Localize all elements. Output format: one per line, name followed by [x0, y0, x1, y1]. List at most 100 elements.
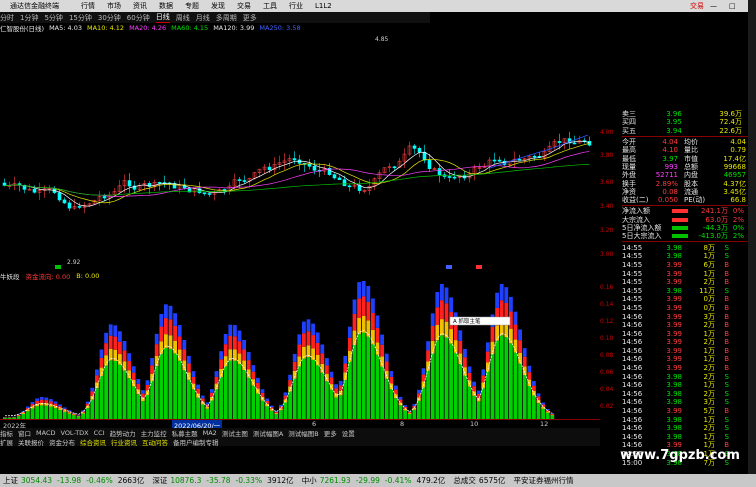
- price-tick: 3.80: [600, 152, 614, 159]
- indicator-bar: [99, 357, 104, 368]
- tick-row: 14:56 3.99 2 万 B: [622, 364, 729, 373]
- tab[interactable]: MACD: [36, 429, 55, 437]
- indicator-bar: [256, 382, 260, 389]
- indicator-bar: [380, 366, 384, 419]
- candle: [557, 141, 562, 143]
- menu-l1l2[interactable]: L1L2: [315, 2, 332, 10]
- price-tick: 4.00: [600, 129, 614, 136]
- indicator-bar: [256, 377, 260, 383]
- tab[interactable]: 资金分布: [49, 437, 75, 447]
- indicator-bar: [237, 330, 242, 342]
- tab[interactable]: 扩展: [0, 437, 13, 447]
- period-tab[interactable]: 分时: [0, 13, 14, 23]
- indicator-bar: [210, 396, 214, 401]
- indicator-bar: [325, 381, 329, 419]
- indicator-bar: [522, 356, 527, 367]
- menu-hq[interactable]: 行情: [81, 1, 95, 11]
- indicator-bar: [357, 334, 361, 419]
- indicator-bar: [334, 388, 338, 394]
- tab[interactable]: 测试主图: [222, 428, 248, 438]
- indicator-bar: [118, 331, 122, 342]
- indicator-bar: [504, 287, 509, 304]
- tab[interactable]: MA2: [203, 429, 217, 437]
- period-bar: 分时 1分钟 5分钟 15分钟 30分钟 60分钟 日线 周线 月线 多周期 更…: [0, 12, 430, 23]
- tab[interactable]: 互动问答: [142, 437, 168, 447]
- tab[interactable]: 综合资讯: [80, 437, 106, 447]
- period-tab[interactable]: 30分钟: [98, 13, 121, 23]
- indicator-bar: [509, 343, 513, 419]
- indicator-chart[interactable]: A 抓取主笔: [0, 281, 600, 421]
- low-price-label: 2.92: [67, 259, 81, 266]
- indicator-bar: [481, 375, 486, 383]
- indicator-bar: [453, 325, 458, 341]
- indicator-bar: [145, 394, 150, 419]
- price-tick: 3.00: [600, 251, 614, 258]
- period-tab[interactable]: 月线: [196, 13, 210, 23]
- indicator-bar: [26, 411, 30, 419]
- tick-row: 14:56 3.98 1 万 S: [622, 432, 729, 441]
- period-tab[interactable]: 60分钟: [127, 13, 150, 23]
- right-scrollbar[interactable]: [748, 0, 756, 474]
- tab[interactable]: 设置: [342, 428, 355, 438]
- tab[interactable]: 更多: [324, 428, 337, 438]
- indicator-bar: [343, 363, 348, 373]
- candle: [102, 196, 107, 199]
- indicator-bar: [104, 365, 108, 419]
- indicator-bar: [499, 284, 504, 301]
- indicator-bar: [30, 401, 35, 405]
- floating-button[interactable]: A 抓取主笔: [449, 316, 511, 326]
- indicator-bar: [283, 392, 288, 396]
- tick-row: 14:55 3.99 2 万 B: [622, 278, 729, 287]
- menu-trade[interactable]: 交易: [237, 1, 251, 11]
- ma60-line: [4, 163, 590, 196]
- tab[interactable]: 测试幅图B: [288, 428, 318, 438]
- tab[interactable]: CCI: [94, 429, 105, 437]
- indicator-bar: [288, 391, 292, 419]
- indicator-bar: [412, 409, 417, 419]
- indicator-bar: [417, 389, 421, 394]
- menu-market[interactable]: 市场: [107, 1, 121, 11]
- trade-brand[interactable]: 交易: [690, 1, 704, 11]
- menu-news[interactable]: 资讯: [133, 1, 147, 11]
- tab[interactable]: 测试幅图A: [253, 428, 283, 438]
- menu-topic[interactable]: 专题: [185, 1, 199, 11]
- tab[interactable]: 行业资讯: [111, 437, 137, 447]
- tab[interactable]: 备用户编制专辑: [173, 437, 219, 447]
- indicator-bar: [246, 377, 251, 419]
- indicator-bar: [302, 333, 306, 347]
- indicator-bar: [274, 411, 279, 413]
- minimize-button[interactable]: —: [710, 2, 717, 10]
- period-tab[interactable]: 15分钟: [69, 13, 92, 23]
- menu-data[interactable]: 数据: [159, 1, 173, 11]
- indicator-bar: [513, 352, 518, 419]
- indicator-bar: [136, 378, 141, 384]
- tab[interactable]: 关联报价: [18, 437, 44, 447]
- indicator-name[interactable]: 牛妖段: [0, 271, 20, 281]
- indicator-bar: [430, 353, 435, 419]
- indicator-bar: [490, 326, 495, 342]
- indicator-bar: [472, 386, 476, 392]
- indicator-bar: [177, 325, 182, 337]
- indicator-bar: [440, 335, 444, 419]
- period-tab[interactable]: 多周期: [216, 13, 237, 23]
- menu-discover[interactable]: 发现: [211, 1, 225, 11]
- indicator-bar: [191, 376, 196, 384]
- maximize-button[interactable]: □: [729, 2, 736, 10]
- indicator-bar: [44, 400, 49, 404]
- menu-industry[interactable]: 行业: [289, 1, 303, 11]
- period-tab[interactable]: 5分钟: [44, 13, 62, 23]
- indicator-label1: 资金流向: 0.00: [25, 273, 71, 281]
- indicator-bar: [522, 375, 527, 419]
- menu-tools[interactable]: 工具: [263, 1, 277, 11]
- tab[interactable]: VOL-TDX: [60, 429, 88, 437]
- indicator-bar: [292, 378, 297, 419]
- candlestick-chart[interactable]: 4.85 2.92: [0, 33, 600, 269]
- period-tab[interactable]: 1分钟: [20, 13, 38, 23]
- indicator-bar: [444, 337, 449, 419]
- indicator-bar: [95, 388, 99, 419]
- ind-tick: 0.10: [600, 335, 614, 342]
- period-tab-active[interactable]: 日线: [155, 12, 170, 23]
- period-tab[interactable]: 更多: [243, 13, 257, 23]
- indicator-bar: [417, 393, 421, 398]
- period-tab[interactable]: 周线: [176, 13, 190, 23]
